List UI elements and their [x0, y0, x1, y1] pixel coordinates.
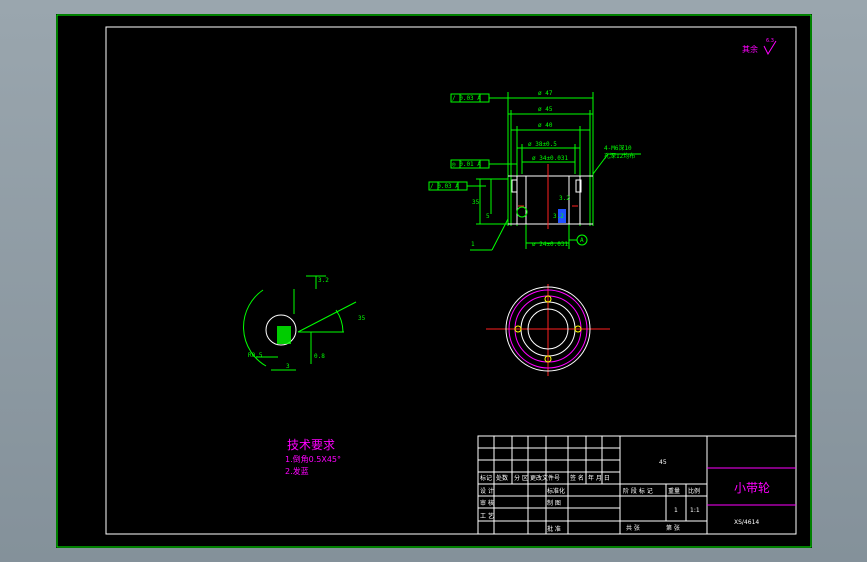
tol-frame-2: ◎ 0.01 A [452, 161, 481, 168]
tb-design: 设 计 [480, 487, 494, 495]
hole-note-2: 孔深12均布 [604, 152, 635, 160]
end-view [486, 284, 610, 376]
tb-sheet: 第 张 [666, 524, 680, 532]
tb-stage: 阶 段 标 记 [623, 487, 653, 495]
leader-1: 1 [471, 241, 475, 248]
tb-h-zone: 分 区 [514, 474, 528, 482]
tb-ratio: 比例 [688, 487, 700, 495]
tb-weight: 重量 [668, 487, 680, 495]
detail-hatch [277, 326, 291, 344]
dim-d34: ø 34±0.031 [532, 155, 569, 162]
drawing-svg: 其余 6.3 ø 47 ø 45 ø 40 ø 38±0.5 ø 34±0.03… [56, 14, 812, 548]
inner-frame [105, 26, 797, 535]
dim-d45: ø 45 [538, 106, 553, 113]
detail-dim-d: 35 [358, 315, 366, 322]
hole-note-1: 4-M6深10 [604, 144, 632, 152]
requirements-title: 技术要求 [287, 438, 335, 452]
detail-dim-b: 0.8 [314, 353, 325, 360]
tb-craft: 工 艺 [480, 512, 494, 520]
tb-h-date: 年 月 日 [588, 474, 610, 482]
tb-scale: 1:1 [690, 507, 700, 514]
datum-a: A [580, 237, 584, 244]
detail-dim-a: 3.2 [318, 277, 329, 284]
dim-len-b: 3.2 [553, 213, 564, 220]
tb-drawn: 制 图 [547, 499, 561, 507]
cad-viewport[interactable]: 其余 6.3 ø 47 ø 45 ø 40 ø 38±0.5 ø 34±0.03… [0, 0, 867, 562]
detail-view: 3.2 R0.5 3 0.8 35 [243, 275, 366, 371]
tb-material: 45 [659, 459, 667, 466]
tb-approve: 批 准 [547, 525, 561, 533]
title-block: 标记 处数 分 区 更改文件号 签 名 年 月 日 设 计 标准化 审 核 制 … [477, 435, 797, 535]
roughness-value: 6.3 [766, 38, 774, 44]
dim-d38: ø 38±0.5 [528, 141, 557, 148]
tb-drawing-number: XS/4614 [734, 519, 759, 526]
dim-d24: ø 24±0.031 [532, 241, 569, 248]
tol-frame-1: / 0.03 A [452, 95, 481, 102]
tb-sheets: 共 张 [626, 524, 640, 532]
tb-check: 审 核 [480, 499, 494, 507]
detail-dim-c: 3 [286, 363, 290, 370]
tb-quantity: 1 [674, 507, 678, 514]
tb-h-count: 处数 [496, 474, 508, 482]
roughness-label: 其余 [742, 44, 758, 54]
tb-std: 标准化 [547, 487, 565, 495]
tb-h-sign: 签 名 [570, 474, 584, 482]
section-view: ø 47 ø 45 ø 40 ø 38±0.5 ø 34±0.031 ø 24±… [428, 90, 641, 251]
technical-requirements: 技术要求 1.倒角0.5X45° 2.发蓝 [285, 438, 341, 476]
requirement-1: 1.倒角0.5X45° [285, 454, 341, 464]
dim-d40: ø 40 [538, 122, 553, 129]
tb-h-mark: 标记 [480, 474, 492, 482]
roughness-symbol: 其余 6.3 [742, 38, 777, 56]
drawing-canvas[interactable]: 其余 6.3 ø 47 ø 45 ø 40 ø 38±0.5 ø 34±0.03… [56, 14, 812, 548]
dim-len-s: 5 [486, 213, 490, 220]
outer-border [56, 14, 812, 548]
tb-part-name: 小带轮 [734, 481, 770, 495]
requirement-2: 2.发蓝 [285, 466, 309, 476]
dim-len-h: 35 [472, 199, 480, 206]
dim-len-t: 3.2 [559, 195, 570, 202]
dim-d47: ø 47 [538, 90, 553, 97]
tol-frame-3: / 0.03 A [430, 183, 459, 190]
detail-radius: R0.5 [248, 352, 263, 359]
tb-h-change: 更改文件号 [530, 474, 560, 482]
